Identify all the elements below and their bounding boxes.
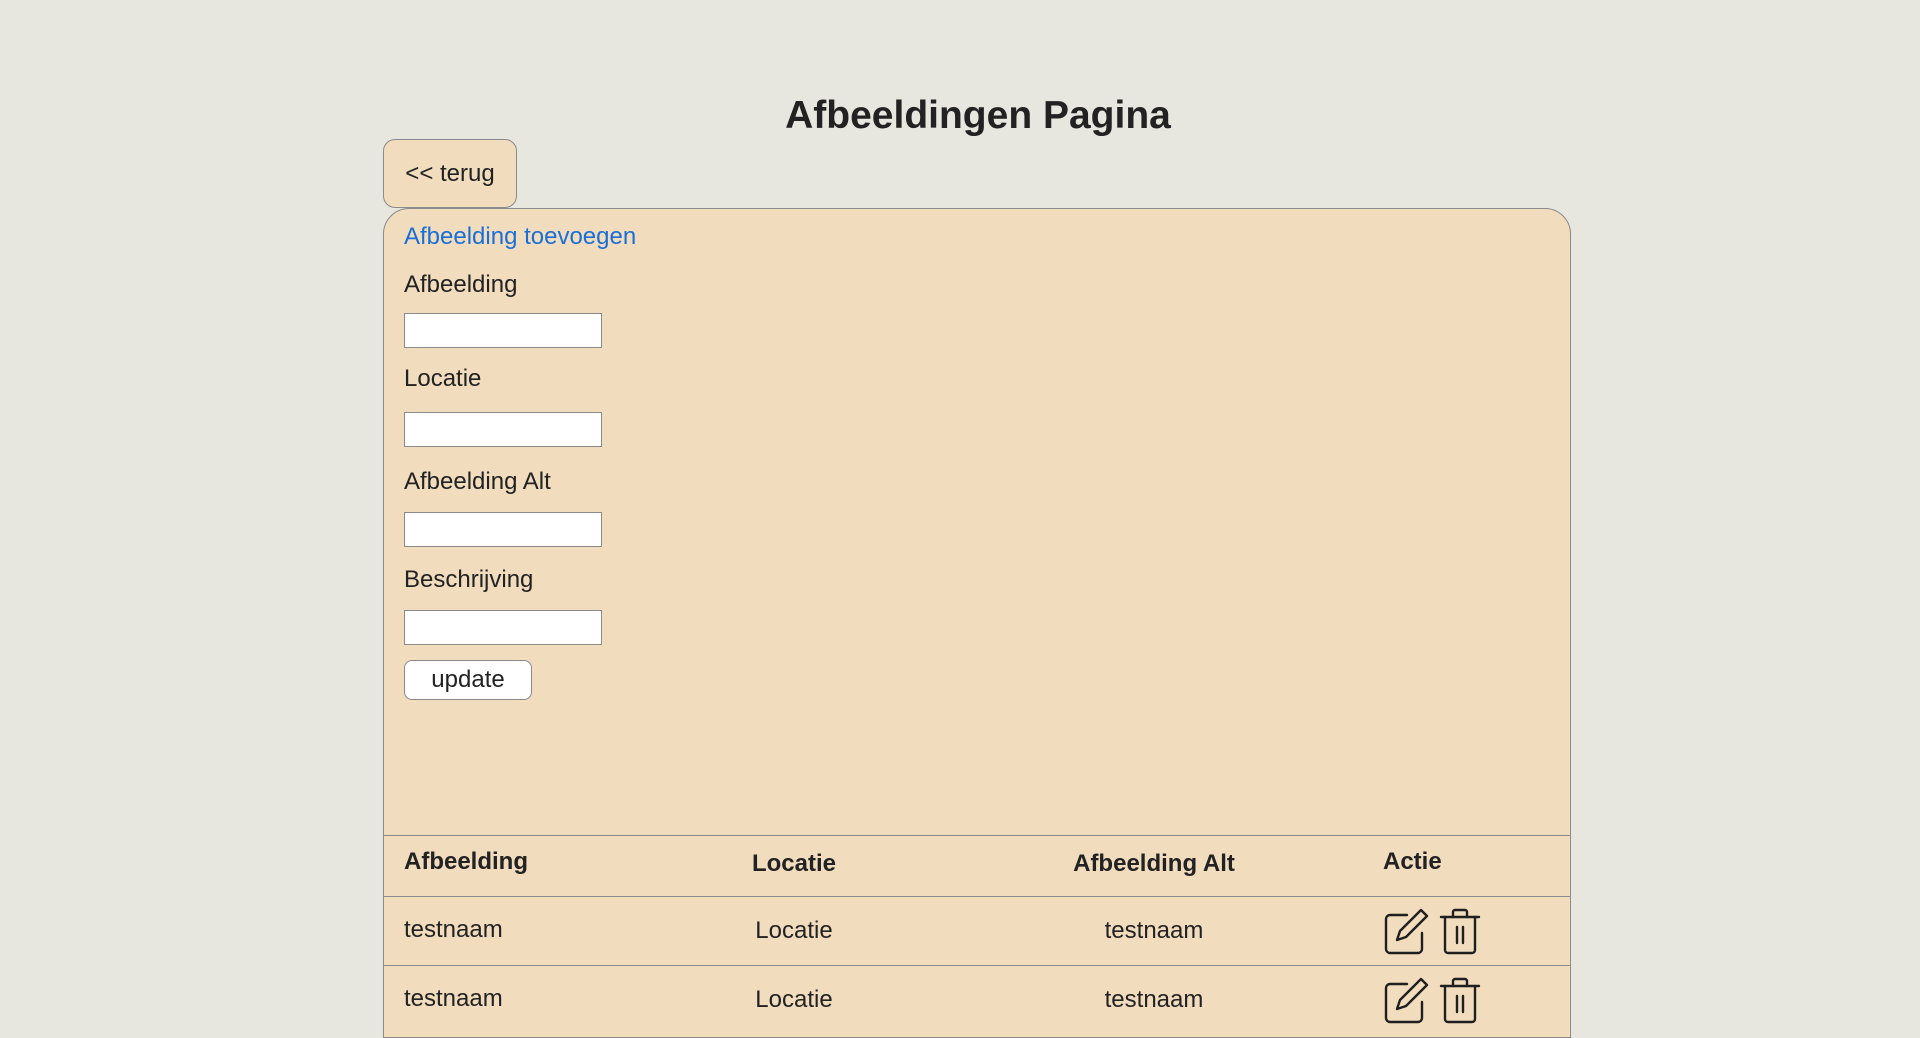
edit-icon[interactable] [1383, 907, 1429, 955]
page-title: Afbeeldingen Pagina [785, 94, 1171, 137]
trash-icon[interactable] [1437, 907, 1483, 955]
cell-locatie: Locatie [755, 986, 833, 1013]
header-locatie: Locatie [751, 850, 837, 877]
afbeelding-input[interactable] [404, 313, 602, 348]
header-actie: Actie [1383, 848, 1442, 875]
header-afbeelding-alt: Afbeelding Alt [1073, 850, 1235, 877]
beschrijving-input[interactable] [404, 610, 602, 645]
field-label-locatie: Locatie [404, 365, 482, 392]
afbeelding-alt-input[interactable] [404, 512, 602, 547]
row-actions [1383, 976, 1483, 1024]
images-panel: Afbeelding toevoegen Afbeelding Locatie … [383, 208, 1571, 1038]
locatie-input[interactable] [404, 412, 602, 447]
cell-locatie: Locatie [755, 917, 833, 944]
header-afbeelding: Afbeelding [404, 848, 528, 875]
add-image-link[interactable]: Afbeelding toevoegen [404, 223, 636, 251]
cell-afbeelding-alt: testnaam [1104, 986, 1204, 1013]
table-header-row: Afbeelding Locatie Afbeelding Alt Actie [384, 835, 1570, 896]
row-actions [1383, 907, 1483, 955]
cell-afbeelding-alt: testnaam [1104, 917, 1204, 944]
edit-icon[interactable] [1383, 976, 1429, 1024]
back-button[interactable]: << terug [383, 139, 517, 208]
update-button[interactable]: update [404, 660, 532, 700]
trash-icon[interactable] [1437, 976, 1483, 1024]
table-row: testnaam Locatie testnaam [384, 896, 1570, 965]
images-table: Afbeelding Locatie Afbeelding Alt Actie … [384, 835, 1570, 1034]
cell-afbeelding: testnaam [404, 916, 503, 943]
field-label-afbeelding-alt: Afbeelding Alt [404, 468, 551, 495]
cell-afbeelding: testnaam [404, 985, 503, 1012]
field-label-beschrijving: Beschrijving [404, 566, 534, 593]
table-row: testnaam Locatie testnaam [384, 965, 1570, 1034]
field-label-afbeelding: Afbeelding [404, 271, 518, 298]
